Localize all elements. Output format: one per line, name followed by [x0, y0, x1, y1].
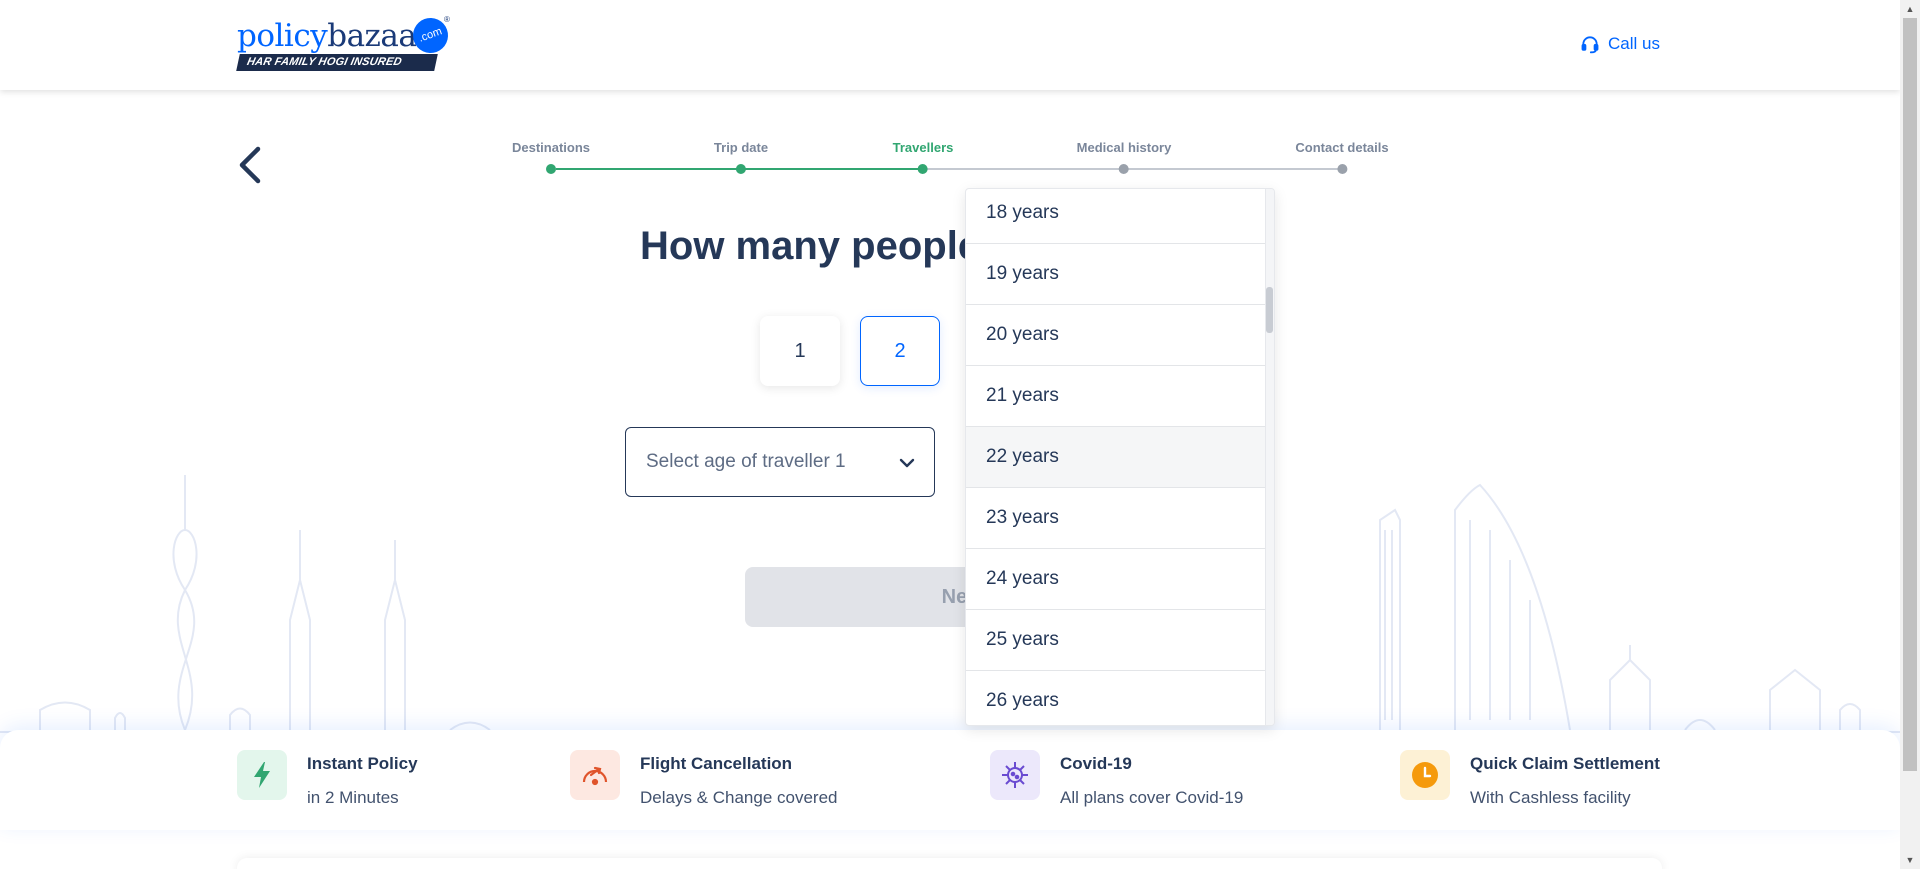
age-option[interactable]: 20 years	[966, 305, 1267, 366]
feature-title: Quick Claim Settlement	[1470, 754, 1660, 773]
site-header: policybazaar .com ® HAR FAMILY HOGI INSU…	[0, 0, 1900, 90]
step-trip-date[interactable]: Trip date	[714, 140, 768, 174]
features-bar: Instant Policy in 2 Minutes Flight Cance…	[0, 730, 1900, 830]
step-dot	[736, 164, 746, 174]
call-us-label: Call us	[1608, 34, 1660, 53]
page-scrollbar[interactable]: ▲ ▼	[1900, 0, 1920, 869]
age-option[interactable]: 26 years	[966, 671, 1267, 725]
step-dot	[918, 164, 928, 174]
age-option[interactable]: 23 years	[966, 488, 1267, 549]
step-travellers[interactable]: Travellers	[893, 140, 953, 174]
feature-title: Instant Policy	[307, 754, 418, 773]
age-option[interactable]: 21 years	[966, 366, 1267, 427]
age-options: 18 years 19 years 20 years 21 years 22 y…	[966, 189, 1267, 725]
content-card-edge	[237, 858, 1662, 869]
age-option[interactable]: 24 years	[966, 549, 1267, 610]
logo-registered-mark: ®	[444, 15, 450, 24]
feature-title: Covid-19	[1060, 754, 1132, 773]
step-dot	[1118, 164, 1129, 174]
age-option[interactable]: 18 years	[966, 189, 1267, 244]
lightning-icon	[237, 750, 287, 800]
scroll-down-arrow-icon[interactable]: ▼	[1900, 851, 1920, 869]
dropdown-scrollbar-thumb[interactable]	[1266, 287, 1273, 333]
feature-subtitle: With Cashless facility	[1470, 788, 1631, 807]
flight-cancel-icon	[570, 750, 620, 800]
feature-quick-claim: Quick Claim Settlement With Cashless fac…	[1400, 750, 1660, 808]
feature-covid-19: Covid-19 All plans cover Covid-19	[990, 750, 1243, 808]
traveller-count-option-1[interactable]: 1	[760, 316, 840, 386]
feature-subtitle: Delays & Change covered	[640, 788, 838, 807]
call-us-button[interactable]: Call us	[1580, 34, 1660, 54]
logo-tagline: HAR FAMILY HOGI INSURED	[236, 54, 438, 71]
policybazaar-logo[interactable]: policybazaar .com ® HAR FAMILY HOGI INSU…	[236, 13, 453, 76]
dropdown-scrollbar[interactable]	[1265, 189, 1274, 725]
step-contact-details: Contact details	[1295, 140, 1389, 174]
age-dropdown-list[interactable]: 18 years 19 years 20 years 21 years 22 y…	[965, 188, 1275, 726]
virus-icon	[990, 750, 1040, 800]
age-option-hovered[interactable]: 22 years	[966, 427, 1267, 488]
step-destinations[interactable]: Destinations	[512, 140, 590, 174]
scroll-up-arrow-icon[interactable]: ▲	[1900, 0, 1920, 18]
step-dot	[1337, 164, 1347, 174]
step-dot	[545, 164, 556, 174]
chevron-down-icon	[899, 458, 915, 468]
feature-subtitle: in 2 Minutes	[307, 788, 399, 807]
headset-icon	[1581, 36, 1599, 54]
age-option[interactable]: 19 years	[966, 244, 1267, 305]
traveller-1-age-select[interactable]: Select age of traveller 1	[625, 427, 935, 497]
scrollbar-thumb[interactable]	[1903, 18, 1917, 771]
feature-flight-cancellation: Flight Cancellation Delays & Change cove…	[570, 750, 838, 808]
logo-wordmark: policybazaar	[237, 18, 431, 54]
feature-title: Flight Cancellation	[640, 754, 793, 773]
chevron-left-icon	[239, 146, 261, 184]
age-option[interactable]: 25 years	[966, 610, 1267, 671]
feature-instant-policy: Instant Policy in 2 Minutes	[237, 750, 418, 808]
clock-icon	[1400, 750, 1450, 800]
traveller-count-option-2[interactable]: 2	[860, 316, 940, 386]
page-title: How many people	[640, 224, 981, 268]
feature-subtitle: All plans cover Covid-19	[1060, 788, 1244, 807]
age-select-placeholder: Select age of traveller 1	[646, 451, 846, 472]
back-button[interactable]	[236, 145, 264, 185]
progress-stepper: Destinations Trip date Travellers Medica…	[500, 140, 1400, 180]
step-medical-history: Medical history	[1077, 140, 1171, 174]
